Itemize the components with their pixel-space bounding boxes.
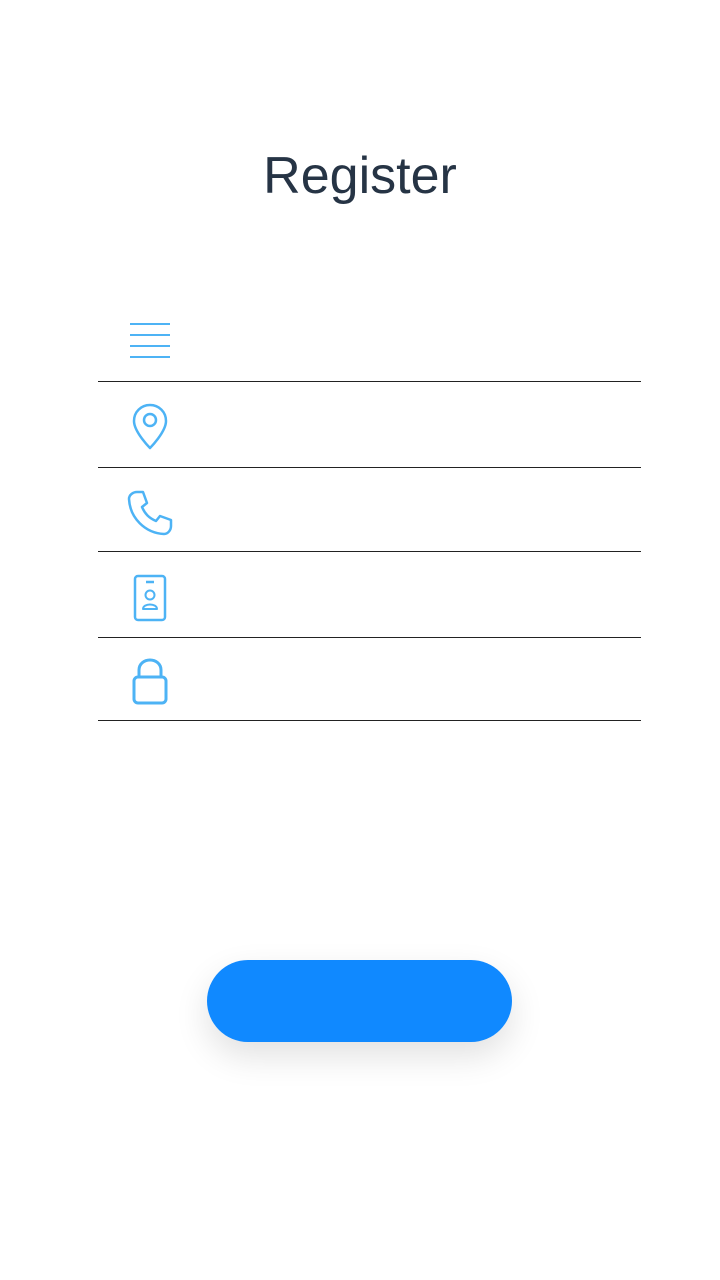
password-input[interactable] [194,658,628,700]
phone-icon [126,490,174,536]
name-input[interactable] [194,319,628,362]
location-pin-icon [126,403,174,451]
lock-icon [126,658,174,706]
page-title: Register [263,147,457,205]
form-row-id [98,552,641,638]
form-row-name [98,300,641,382]
form-row-phone [98,468,641,552]
form-row-address [98,382,641,468]
id-badge-icon [126,574,174,622]
id-input[interactable] [194,573,628,616]
form-row-password [98,638,641,721]
register-form [98,300,641,721]
address-input[interactable] [194,403,628,446]
register-button[interactable] [207,960,512,1042]
phone-input[interactable] [194,488,628,531]
menu-lines-icon [126,322,174,358]
